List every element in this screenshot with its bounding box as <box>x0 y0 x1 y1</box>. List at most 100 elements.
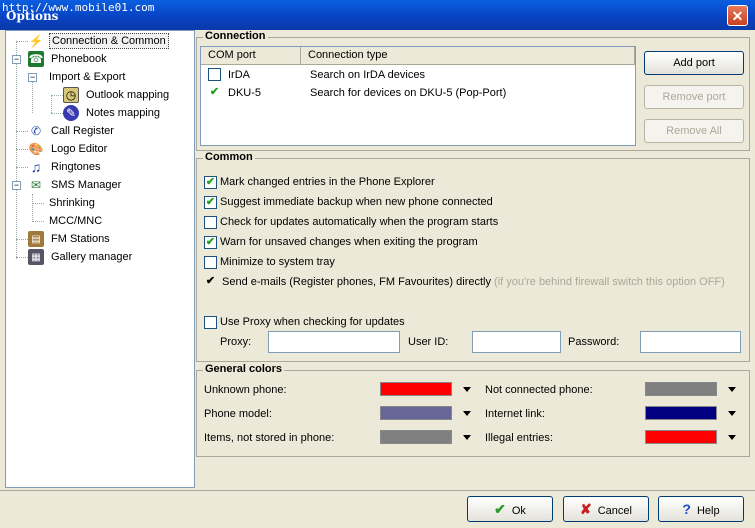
tree-item-label: MCC/MNC <box>49 215 103 227</box>
unknown-phone-color[interactable] <box>380 382 452 396</box>
not-connected-phone-color[interactable] <box>645 382 717 396</box>
tree-item-logo-editor[interactable]: 🎨 Logo Editor <box>28 140 109 158</box>
com-port-list[interactable]: COM port Connection type IrDA Search on … <box>200 46 636 146</box>
password-label: Password: <box>568 336 620 348</box>
tree-line <box>16 149 28 150</box>
tree-item-label: Phonebook <box>51 53 107 65</box>
tree-item-fm-stations[interactable]: ▤ FM Stations <box>28 230 112 248</box>
radio-icon: ▤ <box>28 231 44 247</box>
tree-item-outlook-mapping[interactable]: ◷ Outlook mapping <box>63 86 171 104</box>
remove-all-button[interactable]: Remove All <box>644 119 744 143</box>
column-header-connection-type[interactable]: Connection type <box>301 47 635 65</box>
options-tree: − − − ⚡ Connection & Common ☎ Phonebook … <box>5 30 195 488</box>
phonebook-icon: ☎ <box>28 51 44 67</box>
tree-item-label: Import & Export <box>49 71 126 83</box>
tree-item-label: SMS Manager <box>51 179 122 191</box>
expander-import-export[interactable]: − <box>28 73 37 82</box>
bottom-separator <box>0 490 755 491</box>
suggest-backup-checkbox[interactable]: ✔ <box>204 196 217 209</box>
tree-item-label: Shrinking <box>49 197 95 209</box>
irda-checkbox[interactable] <box>208 68 221 81</box>
expander-phonebook[interactable]: − <box>12 55 21 64</box>
tree-item-import-export[interactable]: Import & Export <box>47 68 127 86</box>
chevron-down-icon[interactable] <box>728 387 736 392</box>
palette-icon: 🎨 <box>28 142 44 156</box>
tree-line <box>32 203 44 204</box>
mark-changed-checkbox[interactable]: ✔ <box>204 176 217 189</box>
cancel-button[interactable]: ✘ Cancel <box>563 496 649 522</box>
close-button[interactable]: ✕ <box>727 5 748 26</box>
tree-line <box>32 221 44 222</box>
internet-link-label: Internet link: <box>485 408 545 420</box>
tree-line <box>16 41 28 42</box>
general-colors-title: General colors <box>203 363 285 375</box>
tree-item-label: Connection & Common <box>49 33 169 49</box>
cancel-label: Cancel <box>597 505 632 517</box>
password-input[interactable] <box>640 331 741 353</box>
title-bar[interactable]: Options http://www.mobile01.com ✕ <box>0 0 755 30</box>
check-updates-checkbox[interactable] <box>204 216 217 229</box>
use-proxy-label: Use Proxy when checking for updates <box>220 316 405 328</box>
column-header-com-port[interactable]: COM port <box>201 47 301 65</box>
checkmark-icon: ✔ <box>494 501 506 517</box>
music-note-icon: ♫ <box>30 159 42 175</box>
tree-line <box>51 95 63 96</box>
plug-icon: ⚡ <box>28 34 44 48</box>
dku5-checkbox[interactable]: ✔ <box>208 86 221 99</box>
minimize-tray-label: Minimize to system tray <box>220 256 335 268</box>
tree-item-label: Outlook mapping <box>86 89 170 101</box>
chevron-down-icon[interactable] <box>728 435 736 440</box>
watermark: http://www.mobile01.com <box>2 1 155 14</box>
chevron-down-icon[interactable] <box>463 435 471 440</box>
user-id-label: User ID: <box>408 336 449 348</box>
suggest-backup-label: Suggest immediate backup when new phone … <box>220 196 493 208</box>
send-emails-label: Send e-mails (Register phones, FM Favour… <box>222 276 725 288</box>
list-item[interactable]: IrDA Search on IrDA devices <box>201 66 635 84</box>
tree-item-connection-common[interactable]: ⚡ Connection & Common <box>28 32 169 50</box>
connection-title: Connection <box>203 30 268 42</box>
common-title: Common <box>203 151 255 163</box>
close-icon: ✕ <box>731 8 744 24</box>
connection-type: Search for devices on DKU-5 (Pop-Port) <box>310 87 507 99</box>
chevron-down-icon[interactable] <box>728 411 736 416</box>
tree-line <box>16 239 28 240</box>
send-emails-checkbox[interactable]: ✔ <box>204 276 217 289</box>
tree-item-gallery-manager[interactable]: ▦ Gallery manager <box>28 248 134 266</box>
help-label: Help <box>696 505 720 517</box>
tree-item-mcc-mnc[interactable]: MCC/MNC <box>47 212 104 230</box>
chevron-down-icon[interactable] <box>463 387 471 392</box>
tree-item-label: Ringtones <box>51 161 101 173</box>
tree-item-phonebook[interactable]: ☎ Phonebook <box>28 50 109 68</box>
tree-item-notes-mapping[interactable]: ✎ Notes mapping <box>63 104 162 122</box>
tree-item-label: Gallery manager <box>51 251 133 263</box>
items-not-stored-color[interactable] <box>380 430 452 444</box>
illegal-entries-label: Illegal entries: <box>485 432 553 444</box>
list-item[interactable]: ✔ DKU-5 Search for devices on DKU-5 (Pop… <box>201 84 635 102</box>
phone-model-color[interactable] <box>380 406 452 420</box>
ok-label: Ok <box>511 505 526 517</box>
illegal-entries-color[interactable] <box>645 430 717 444</box>
tree-line <box>32 77 33 113</box>
items-not-stored-label: Items, not stored in phone: <box>204 432 335 444</box>
tree-item-call-register[interactable]: ✆ Call Register <box>28 122 116 140</box>
tree-item-shrinking[interactable]: Shrinking <box>47 194 97 212</box>
tree-line <box>32 194 33 222</box>
use-proxy-checkbox[interactable] <box>204 316 217 329</box>
ok-button[interactable]: ✔ Ok <box>467 496 553 522</box>
send-emails-text: Send e-mails (Register phones, FM Favour… <box>222 276 491 288</box>
chevron-down-icon[interactable] <box>463 411 471 416</box>
unknown-phone-label: Unknown phone: <box>204 384 287 396</box>
add-port-button[interactable]: Add port <box>644 51 744 75</box>
minimize-tray-checkbox[interactable] <box>204 256 217 269</box>
warn-unsaved-checkbox[interactable]: ✔ <box>204 236 217 249</box>
cancel-x-icon: ✘ <box>580 501 592 517</box>
tree-item-sms-manager[interactable]: ✉ SMS Manager <box>28 176 123 194</box>
help-button[interactable]: ? Help <box>658 496 744 522</box>
expander-sms-manager[interactable]: − <box>12 181 21 190</box>
proxy-input[interactable] <box>268 331 400 353</box>
user-id-input[interactable] <box>472 331 561 353</box>
remove-port-button[interactable]: Remove port <box>644 85 744 109</box>
tree-item-ringtones[interactable]: ♫ Ringtones <box>28 158 103 176</box>
tree-item-label: Call Register <box>51 125 114 137</box>
internet-link-color[interactable] <box>645 406 717 420</box>
